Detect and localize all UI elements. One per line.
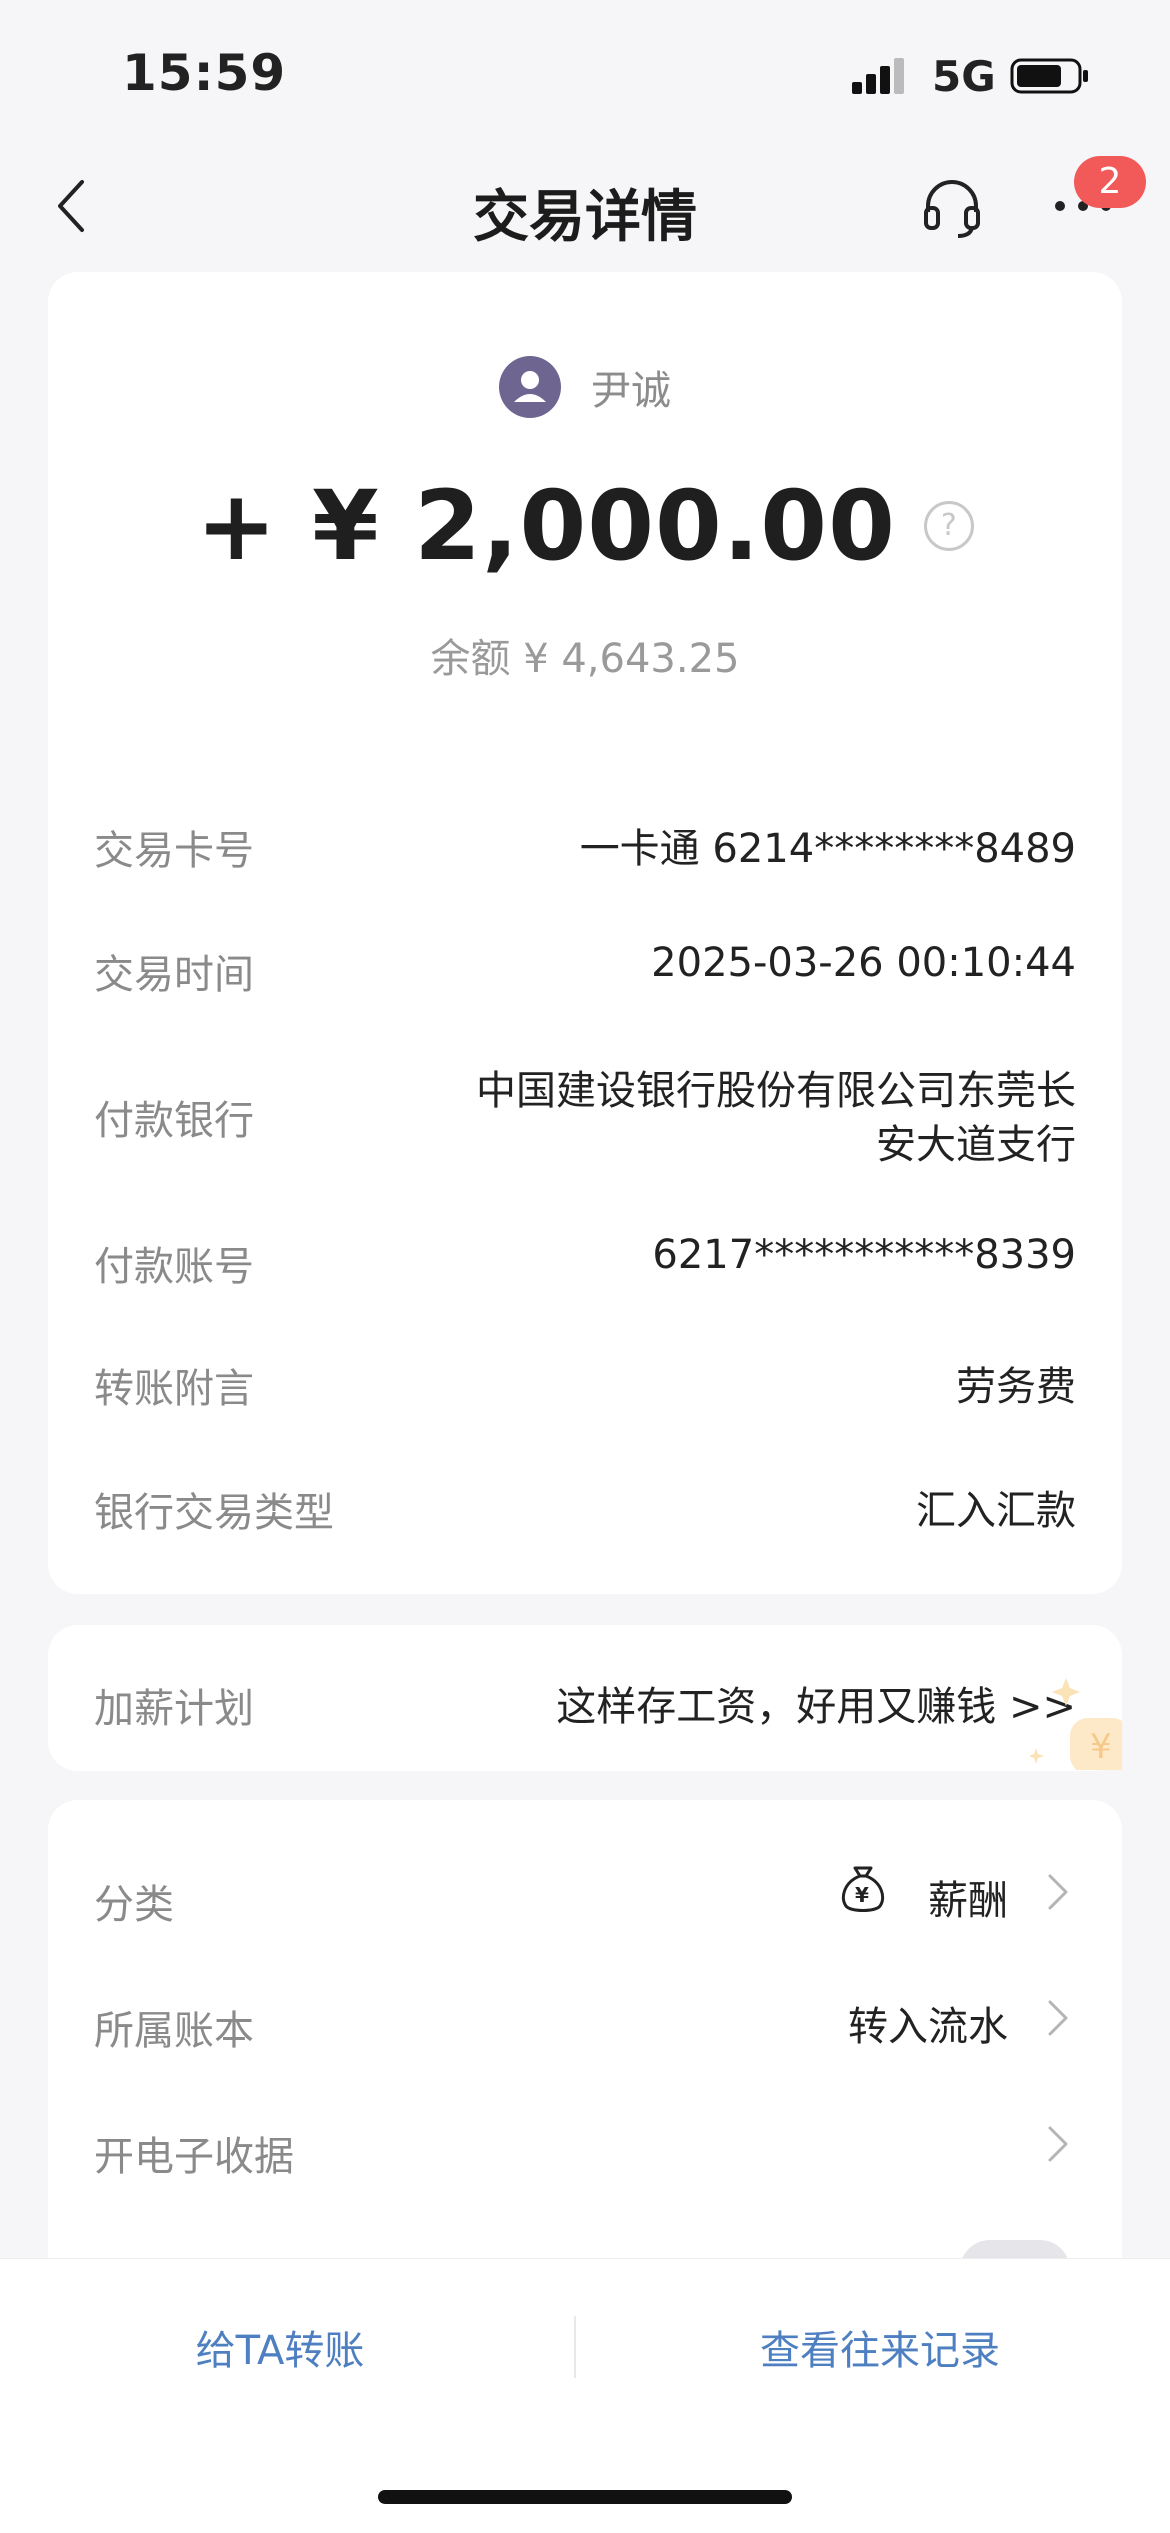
settings-label-e-receipt[interactable]: 开电子收据 xyxy=(94,2124,294,2182)
help-icon[interactable]: ? xyxy=(923,501,974,551)
chevron-right-icon[interactable] xyxy=(1046,1998,1070,2038)
avatar xyxy=(499,356,561,418)
svg-text:¥: ¥ xyxy=(855,1883,869,1907)
detail-value-transfer-note: 劳务费 xyxy=(956,1364,1076,1410)
page-title: 交易详情 xyxy=(473,185,697,250)
chevron-right-icon[interactable] xyxy=(1046,1872,1070,1912)
customer-service-headset-icon[interactable] xyxy=(920,176,984,240)
payer-row: 尹诚 xyxy=(0,356,1170,418)
cellular-signal-icon xyxy=(852,58,904,94)
battery-icon xyxy=(1010,58,1088,94)
promo-link[interactable]: 这样存工资，好用又赚钱 >> xyxy=(556,1674,1076,1732)
amount-row: + ¥ 2,000.00 ? xyxy=(0,470,1170,582)
bottom-divider xyxy=(574,2316,576,2378)
detail-label-payer-account: 付款账号 xyxy=(94,1244,254,1290)
view-history-button[interactable]: 查看往来记录 xyxy=(690,2318,1070,2376)
settings-value-category[interactable]: 薪酬 xyxy=(928,1868,1008,1926)
settings-label-ledger: 所属账本 xyxy=(94,2008,254,2054)
settings-value-ledger[interactable]: 转入流水 xyxy=(848,1994,1008,2052)
account-balance: 余额 ¥ 4,643.25 xyxy=(430,636,740,682)
detail-value-payer-account: 6217***********8339 xyxy=(652,1232,1076,1278)
status-time: 15:59 xyxy=(122,44,287,102)
person-icon xyxy=(514,371,546,402)
settings-label-category: 分类 xyxy=(94,1882,174,1928)
detail-value-card-number: 一卡通 6214********8489 xyxy=(579,826,1076,872)
detail-label-card-number: 交易卡号 xyxy=(94,828,254,874)
transfer-to-payer-button[interactable]: 给TA转账 xyxy=(90,2318,470,2376)
svg-text:¥: ¥ xyxy=(1090,1727,1112,1767)
transaction-amount: + ¥ 2,000.00 xyxy=(196,470,896,582)
coin-sparkle-icon: ¥ xyxy=(1030,1678,1122,1770)
detail-value-transaction-type: 汇入汇款 xyxy=(916,1488,1076,1534)
detail-label-transaction-type: 银行交易类型 xyxy=(94,1490,334,1536)
detail-value-payer-bank-line1: 中国建设银行股份有限公司东莞长 xyxy=(476,1068,1076,1114)
chevron-right-icon[interactable] xyxy=(1046,2124,1070,2164)
promo-label: 加薪计划 xyxy=(94,1686,254,1732)
money-bag-icon: ¥ xyxy=(841,1866,885,1912)
detail-label-transfer-note: 转账附言 xyxy=(94,1366,254,1412)
detail-label-payer-bank: 付款银行 xyxy=(94,1098,254,1144)
notification-badge: 2 xyxy=(1074,156,1146,208)
network-type: 5G xyxy=(932,52,996,101)
detail-value-payer-bank-line2: 安大道支行 xyxy=(876,1122,1076,1168)
payer-name: 尹诚 xyxy=(591,368,671,414)
detail-label-time: 交易时间 xyxy=(94,952,254,998)
home-indicator[interactable] xyxy=(378,2490,792,2504)
detail-value-time: 2025-03-26 00:10:44 xyxy=(651,940,1076,986)
